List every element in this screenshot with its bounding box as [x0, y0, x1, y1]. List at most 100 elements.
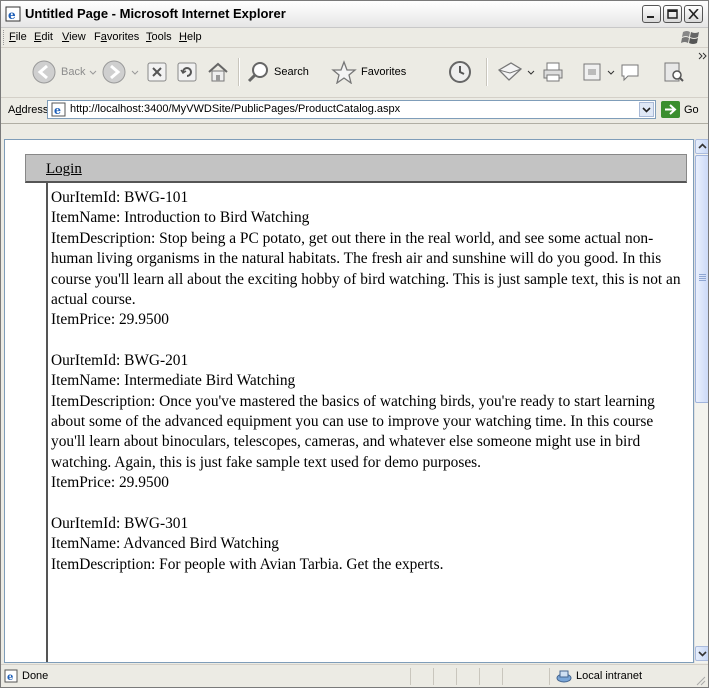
- stop-icon: [147, 62, 167, 82]
- status-pane: [433, 668, 434, 685]
- edit-button[interactable]: [581, 57, 615, 87]
- research-button[interactable]: [661, 57, 685, 87]
- menu-help[interactable]: Help: [179, 31, 202, 43]
- window-title: Untitled Page - Microsoft Internet Explo…: [25, 6, 286, 21]
- login-bar: Login: [25, 154, 687, 183]
- product-item: OurItemId: BWG-101 ItemName: Introductio…: [51, 188, 687, 331]
- search-button[interactable]: Search: [246, 57, 309, 87]
- stop-button[interactable]: [146, 57, 168, 87]
- home-icon: [208, 62, 228, 82]
- login-link[interactable]: Login: [46, 161, 82, 178]
- windows-logo-icon: [681, 31, 699, 44]
- refresh-icon: [177, 62, 197, 82]
- item-name: ItemName: Intermediate Bird Watching: [51, 372, 296, 390]
- item-name: ItemName: Advanced Bird Watching: [51, 535, 279, 553]
- toolbar-overflow-icon[interactable]: [698, 51, 708, 61]
- scroll-down-button[interactable]: [695, 646, 708, 661]
- chevron-down-icon: [607, 70, 615, 75]
- menu-edit[interactable]: Edit: [34, 31, 53, 43]
- item-description: ItemDescription: Stop being a PC potato,…: [51, 229, 681, 309]
- svg-text:e: e: [7, 672, 13, 683]
- maximize-icon: [667, 9, 678, 19]
- minimize-button[interactable]: [642, 5, 661, 23]
- status-pane: [549, 668, 550, 685]
- svg-text:e: e: [54, 104, 61, 117]
- ie-page-icon: e: [5, 6, 21, 22]
- status-pane: [456, 668, 457, 685]
- back-arrow-icon: [32, 60, 56, 84]
- menu-favorites[interactable]: Favorites: [94, 31, 139, 43]
- search-icon: [247, 62, 268, 83]
- vertical-scrollbar[interactable]: [694, 139, 708, 663]
- scroll-up-button[interactable]: [695, 139, 708, 154]
- menu-bar: File Edit View Favorites Tools Help: [1, 28, 708, 48]
- scroll-thumb[interactable]: [695, 155, 708, 403]
- print-button[interactable]: [541, 57, 565, 87]
- favorites-button[interactable]: Favorites: [331, 57, 406, 87]
- item-id: OurItemId: BWG-301: [51, 514, 189, 532]
- item-id: OurItemId: BWG-101: [51, 189, 189, 206]
- menu-grip: [3, 30, 7, 45]
- discuss-icon: [621, 64, 639, 82]
- address-bar: Address e http://localhost:3400/MyVWDSit…: [1, 98, 708, 124]
- address-url: http://localhost:3400/MyVWDSite/PublicPa…: [70, 103, 401, 115]
- refresh-button[interactable]: [176, 57, 198, 87]
- forward-arrow-icon: [102, 60, 126, 84]
- item-id: OurItemId: BWG-201: [51, 351, 189, 369]
- address-dropdown-button[interactable]: [639, 102, 654, 117]
- product-item: OurItemId: BWG-201 ItemName: Intermediat…: [51, 351, 687, 494]
- menu-tools[interactable]: Tools: [146, 31, 172, 43]
- page-done-icon: e: [4, 669, 18, 683]
- chevron-down-icon: [642, 107, 651, 113]
- history-button[interactable]: [448, 57, 472, 87]
- minimize-icon: [647, 16, 654, 18]
- menu-view[interactable]: View: [62, 31, 86, 43]
- status-pane: [502, 668, 503, 685]
- maximize-button[interactable]: [663, 5, 682, 23]
- printer-icon: [543, 62, 563, 82]
- content-left-border: [46, 183, 48, 662]
- close-button[interactable]: [684, 5, 703, 23]
- item-price: ItemPrice: 29.9500: [51, 474, 169, 492]
- status-pane: [479, 668, 480, 685]
- scroll-grip: [699, 274, 706, 281]
- page-icon: e: [51, 102, 66, 117]
- home-button[interactable]: [206, 57, 230, 87]
- chevron-down-icon: [527, 70, 535, 75]
- toolbar-separator: [238, 58, 240, 86]
- mail-icon: [497, 62, 523, 81]
- product-item: OurItemId: BWG-301 ItemName: Advanced Bi…: [51, 514, 687, 575]
- resize-grip-icon[interactable]: [695, 675, 706, 686]
- security-zone[interactable]: Local intranet: [556, 669, 642, 683]
- page-content: Login OurItemId: BWG-101 ItemName: Intro…: [4, 139, 694, 663]
- item-name: ItemName: Introduction to Bird Watching: [51, 209, 310, 227]
- item-description: ItemDescription: Once you've mastered th…: [51, 392, 655, 471]
- go-button[interactable]: Go: [661, 101, 699, 118]
- intranet-icon: [556, 670, 572, 683]
- address-label: Address: [8, 104, 49, 116]
- status-bar: e Done Local intranet: [1, 664, 708, 687]
- menu-file[interactable]: File: [9, 31, 27, 43]
- chevron-down-icon: [698, 651, 707, 657]
- title-bar[interactable]: e Untitled Page - Microsoft Internet Exp…: [1, 1, 708, 28]
- status-text: Done: [22, 670, 49, 682]
- research-icon: [664, 62, 684, 82]
- svg-text:e: e: [8, 8, 16, 22]
- standard-toolbar: Back Search Favorites: [1, 48, 708, 98]
- back-button[interactable]: Back: [31, 57, 97, 87]
- chevron-up-icon: [698, 143, 707, 149]
- chevron-down-icon: [90, 70, 97, 75]
- go-arrow-icon: [661, 101, 680, 118]
- item-price: ItemPrice: 29.9500: [51, 311, 169, 329]
- discuss-button[interactable]: [619, 57, 641, 87]
- close-icon: [688, 9, 699, 19]
- toolbar-separator: [486, 58, 488, 86]
- status-pane: [410, 668, 411, 685]
- forward-button[interactable]: [101, 57, 139, 87]
- chevron-down-icon: [131, 70, 139, 75]
- edit-page-icon: [583, 63, 601, 81]
- address-input[interactable]: e http://localhost:3400/MyVWDSite/Public…: [47, 100, 656, 119]
- mail-button[interactable]: [497, 57, 535, 87]
- product-list: OurItemId: BWG-101 ItemName: Introductio…: [51, 188, 687, 595]
- history-icon: [449, 61, 471, 83]
